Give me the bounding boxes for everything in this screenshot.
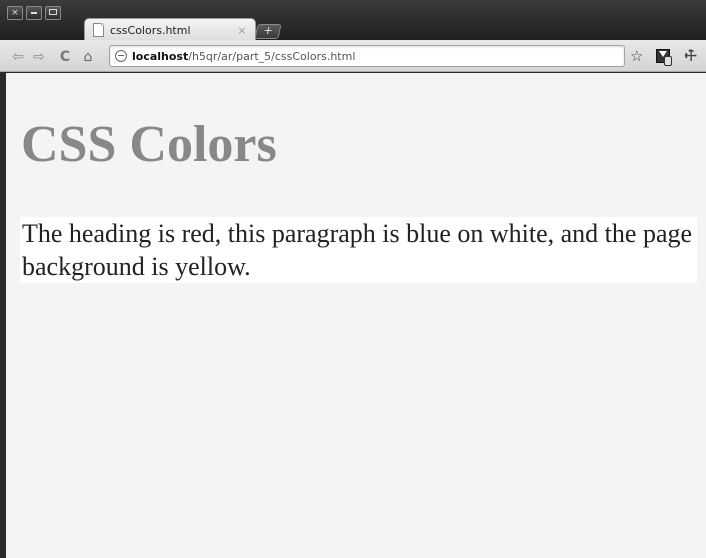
url-host: localhost (132, 49, 189, 63)
address-bar[interactable]: localhost/h5qr/ar/part_5/cssColors.html (109, 45, 625, 67)
document-icon (93, 23, 104, 37)
browser-toolbar: ⇦ ⇨ C ⌂ localhost/h5qr/ar/part_5/cssColo… (0, 40, 706, 72)
maximize-window-button[interactable] (45, 6, 61, 20)
close-window-button[interactable]: × (7, 6, 23, 20)
maximize-icon (49, 9, 57, 15)
window-controls: × (7, 6, 61, 20)
reload-icon[interactable]: C (57, 49, 73, 65)
page-viewport: CSS Colors The heading is red, this para… (6, 73, 706, 558)
new-tab-button[interactable]: + (254, 24, 282, 39)
browser-tab[interactable]: cssColors.html × (84, 18, 256, 41)
minimize-window-button[interactable] (26, 6, 42, 20)
url-path: /h5qr/ar/part_5/cssColors.html (188, 49, 356, 63)
page-heading: CSS Colors (21, 116, 277, 173)
minimize-icon (31, 11, 37, 14)
tab-close-icon[interactable]: × (235, 24, 249, 37)
forward-arrow-icon[interactable]: ⇨ (31, 49, 47, 65)
site-info-icon[interactable] (115, 50, 127, 62)
home-icon[interactable]: ⌂ (80, 49, 96, 65)
back-arrow-icon[interactable]: ⇦ (10, 49, 26, 65)
page-paragraph: The heading is red, this paragraph is bl… (20, 217, 697, 283)
window-titlebar: × cssColors.html × + (0, 0, 706, 41)
tab-title: cssColors.html (110, 23, 191, 37)
extension-badge-icon (664, 56, 672, 66)
bookmark-star-icon[interactable]: ☆ (630, 47, 643, 65)
wrench-menu-icon[interactable]: ⚒ (681, 46, 701, 66)
